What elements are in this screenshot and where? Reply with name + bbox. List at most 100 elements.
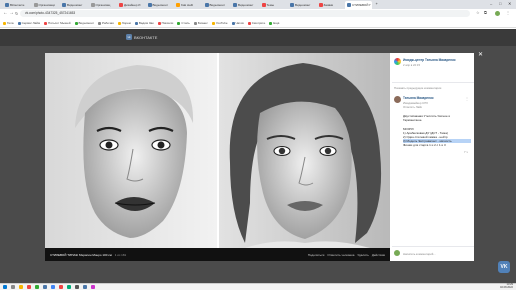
tab-label: СТИЛЕВОЙ Г — [352, 3, 371, 7]
bookmark-label: Смотрите — [251, 21, 266, 25]
my-avatar — [394, 250, 400, 256]
bookmark-icon — [211, 21, 215, 25]
bookmark-item[interactable]: YouTube — [211, 21, 228, 25]
bookmark-icon — [177, 21, 181, 25]
photo-viewer[interactable] — [45, 53, 390, 248]
comment-more-icon[interactable]: ⋮ — [465, 96, 469, 101]
menu-icon[interactable]: ⋮ — [506, 10, 510, 15]
star-icon[interactable]: ☆ — [476, 10, 480, 15]
bookmark-item[interactable]: Видеомонт — [74, 21, 94, 25]
profile-avatar[interactable] — [495, 11, 500, 16]
tab-label: Видеомонт — [152, 3, 169, 7]
album-owner-avatar[interactable] — [394, 58, 401, 65]
browser-tab[interactable]: Темы — [260, 1, 287, 9]
more-actions[interactable]: Действия — [372, 253, 385, 257]
taskbar-app-icon[interactable] — [51, 285, 55, 289]
browser-tab[interactable]: Видеомонт — [203, 1, 230, 9]
comment-author-avatar[interactable] — [394, 96, 401, 103]
comments-panel — [390, 53, 474, 261]
browser-tab[interactable]: Видеомонт — [60, 1, 87, 9]
comment-author[interactable]: Татьяна Макаренко — [403, 96, 434, 100]
taskbar-app-icon[interactable] — [83, 285, 87, 289]
tab-favicon-icon — [147, 3, 152, 7]
show-previous-comments-link[interactable]: Показать предыдущие комментарии — [394, 86, 441, 90]
bookmark-item[interactable]: Лорем — [117, 21, 131, 25]
tab-label: Видеомонт — [238, 3, 254, 7]
browser-tab[interactable]: ВКонтакте — [3, 1, 30, 9]
album-owner-name[interactable]: Имидж-центр Татьяна Макаренко — [403, 58, 456, 62]
browser-tab[interactable]: Заявки — [317, 1, 344, 9]
extensions-icon[interactable]: ⧉ — [484, 10, 487, 15]
vk-messenger-button[interactable]: VK — [498, 261, 510, 273]
comment-body: Двухтипажная Утеплять Уютное и Гармоничн… — [403, 114, 471, 148]
bookmark-item[interactable]: Вадим Зак — [134, 21, 154, 25]
bookmark-label: Ещё — [273, 21, 280, 25]
tag-person-action[interactable]: Отметить человека — [327, 253, 354, 257]
bookmark-label: Лорем — [121, 21, 131, 25]
taskbar-app-icon[interactable] — [91, 285, 95, 289]
browser-tab[interactable]: СТИЛЕВОЙ Г — [345, 1, 372, 9]
taskbar-app-icon[interactable] — [59, 285, 63, 289]
tab-favicon-icon — [119, 3, 123, 7]
taskbar-app-icon[interactable] — [11, 285, 15, 289]
tab-favicon-icon — [5, 3, 9, 7]
tab-label: Видеомонт — [67, 3, 83, 7]
bookmark-item[interactable]: Ещё — [269, 21, 279, 25]
taskbar-app-icon[interactable] — [35, 285, 39, 289]
tab-favicon-icon — [176, 3, 180, 7]
bookmark-item[interactable]: Стиль — [177, 21, 190, 25]
bookmark-item[interactable]: Сервис Лайм — [17, 21, 40, 25]
bookmark-item[interactable]: Пиксели — [157, 21, 174, 25]
new-tab-button[interactable]: + — [376, 1, 378, 6]
tab-label: Организац — [95, 3, 111, 7]
comment-time: 7 ч — [464, 150, 468, 154]
browser-tab[interactable]: Видеомонт — [231, 1, 258, 9]
url-bar[interactable]: vk.com/photo-4347325_457241653 — [20, 10, 470, 17]
bookmark-item[interactable]: Чатов — [231, 21, 244, 25]
os-taskbar — [0, 283, 516, 290]
bookmark-label: Гила — [7, 21, 14, 25]
bookmark-item[interactable]: Рабочая — [98, 21, 114, 25]
browser-tab[interactable]: Организац — [89, 1, 116, 9]
bookmark-icon — [134, 21, 138, 25]
comment-reply-like[interactable]: Ответить Лайк — [403, 105, 422, 109]
browser-tab[interactable]: Дизайнер И — [117, 1, 144, 9]
taskbar-clock: 13:29 02.08.2022 — [500, 283, 513, 290]
minimize-button[interactable]: – — [490, 1, 492, 6]
taskbar-app-icon[interactable] — [67, 285, 71, 289]
bookmark-icon — [117, 21, 121, 25]
bookmark-icon — [247, 21, 251, 25]
bookmark-label: Чатов — [235, 21, 244, 25]
taskbar-app-icon[interactable] — [27, 285, 31, 289]
reload-icon[interactable]: ↻ — [15, 11, 18, 16]
close-window-button[interactable]: ✕ — [508, 1, 511, 6]
browser-tab[interactable]: Видеомонт — [288, 1, 315, 9]
vk-logo[interactable]: vk ВКОНТАКТЕ — [126, 34, 157, 40]
taskbar-app-icon[interactable] — [19, 285, 23, 289]
delete-action[interactable]: Удалить — [357, 253, 368, 257]
close-viewer-icon[interactable]: ✕ — [478, 51, 483, 58]
bookmark-label: Пиксели — [161, 21, 174, 25]
browser-tab[interactable]: Видеомонт — [146, 1, 173, 9]
tab-label: Kak stelli — [181, 3, 194, 7]
vk-logo-text: ВКОНТАКТЕ — [134, 34, 158, 40]
bookmark-label: Рабочая — [102, 21, 114, 25]
forward-icon[interactable]: → — [9, 10, 14, 16]
taskbar-app-icon[interactable] — [3, 285, 7, 289]
clock-date: 02.08.2022 — [500, 285, 513, 289]
bookmark-item[interactable]: Пятьсот Мышей — [44, 21, 71, 25]
bookmark-item[interactable]: Смотрите — [247, 21, 266, 25]
taskbar-app-icon[interactable] — [43, 285, 47, 289]
comment-input[interactable]: Написать комментарий... — [403, 252, 436, 256]
bookmark-item[interactable]: Гила — [3, 21, 14, 25]
browser-tab[interactable]: Kak stelli — [174, 1, 201, 9]
photo-counter: 1 из 181 — [114, 252, 127, 257]
bookmark-item[interactable]: Бизнес — [193, 21, 208, 25]
back-icon[interactable]: ← — [3, 10, 8, 16]
maximize-button[interactable]: □ — [499, 1, 501, 6]
bookmark-label: Бизнес — [197, 21, 208, 25]
share-action[interactable]: Поделиться — [308, 253, 325, 257]
bookmark-label: Вадим Зак — [138, 21, 154, 25]
browser-tab[interactable]: Организаци — [32, 1, 59, 9]
taskbar-app-icon[interactable] — [75, 285, 79, 289]
